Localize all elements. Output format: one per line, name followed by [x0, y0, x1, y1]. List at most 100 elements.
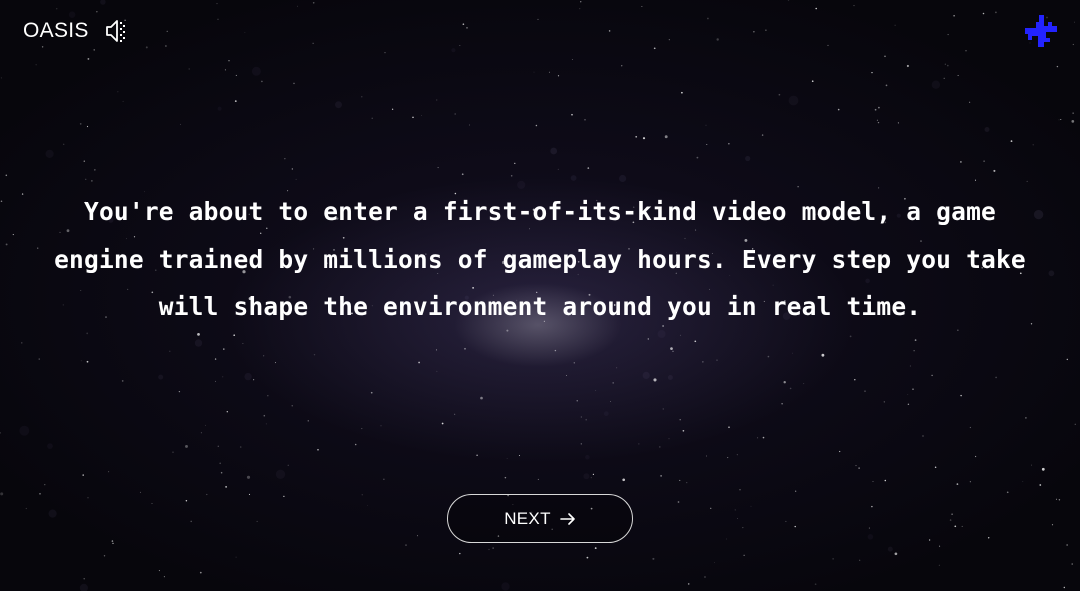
star: [874, 108, 877, 111]
dust-speck: [570, 175, 577, 181]
star: [960, 161, 962, 163]
star: [953, 15, 955, 17]
star: [93, 49, 95, 51]
star: [461, 173, 464, 176]
dust-speck: [603, 411, 609, 417]
dust-speck: [550, 147, 558, 155]
star: [418, 361, 420, 364]
star: [883, 401, 885, 403]
star: [283, 495, 285, 498]
star: [1074, 423, 1076, 425]
star: [188, 68, 190, 70]
star: [435, 349, 438, 351]
star: [594, 547, 597, 550]
star: [638, 443, 640, 445]
star: [928, 539, 931, 541]
star: [172, 451, 174, 454]
star: [652, 557, 655, 560]
star: [858, 467, 860, 469]
star: [405, 544, 407, 546]
star: [837, 108, 840, 111]
star: [787, 0, 790, 1]
star: [383, 478, 385, 480]
star: [750, 505, 752, 507]
star: [178, 390, 181, 393]
star: [506, 458, 508, 459]
star: [380, 425, 382, 427]
dust-speck: [451, 48, 456, 53]
speaker-icon[interactable]: [105, 17, 131, 45]
star: [469, 124, 470, 126]
star: [220, 471, 223, 474]
star: [139, 491, 141, 493]
star: [859, 559, 861, 561]
star: [635, 135, 638, 138]
star: [436, 370, 438, 372]
star: [557, 75, 560, 77]
star: [253, 379, 255, 381]
star: [1025, 417, 1027, 419]
dust-speck: [194, 339, 203, 347]
star: [263, 414, 266, 417]
star: [993, 169, 996, 172]
star: [1058, 499, 1061, 501]
star: [906, 64, 909, 68]
star: [5, 174, 8, 177]
star: [612, 382, 615, 384]
star: [706, 455, 707, 457]
star: [679, 334, 682, 336]
star: [694, 340, 697, 343]
star: [913, 350, 915, 352]
star: [185, 499, 188, 502]
star: [938, 564, 940, 566]
star: [590, 477, 592, 479]
next-button-label: NEXT: [504, 508, 551, 528]
star: [853, 5, 855, 7]
star: [1073, 21, 1075, 23]
star: [361, 96, 363, 98]
star: [317, 448, 319, 451]
star: [641, 6, 643, 7]
star: [228, 60, 230, 62]
star: [586, 556, 589, 559]
star: [412, 116, 414, 119]
star: [391, 108, 394, 110]
star: [0, 432, 1, 434]
next-button[interactable]: NEXT: [447, 494, 633, 543]
star: [0, 77, 2, 79]
star: [728, 143, 730, 145]
star: [832, 558, 834, 560]
star: [894, 552, 898, 556]
star: [548, 71, 550, 73]
star: [974, 455, 977, 458]
star: [1071, 120, 1075, 123]
star: [894, 24, 896, 26]
star: [815, 7, 817, 10]
star: [263, 355, 265, 357]
star: [1031, 464, 1033, 466]
star: [821, 353, 825, 357]
star: [87, 57, 90, 60]
star: [580, 443, 582, 445]
star: [1055, 498, 1057, 500]
star: [354, 443, 357, 446]
star: [939, 545, 941, 547]
star: [103, 555, 106, 557]
star: [714, 562, 715, 563]
star: [608, 30, 611, 32]
star: [592, 473, 595, 476]
star: [87, 497, 89, 499]
star: [293, 82, 295, 85]
star: [702, 361, 704, 363]
star: [642, 137, 646, 140]
star: [944, 63, 946, 65]
star: [56, 8, 58, 10]
star: [1041, 467, 1045, 471]
star: [791, 352, 793, 354]
star: [710, 507, 712, 509]
star: [585, 418, 587, 421]
star: [584, 119, 586, 121]
star: [897, 122, 899, 124]
star: [814, 583, 817, 586]
star: [660, 475, 662, 477]
